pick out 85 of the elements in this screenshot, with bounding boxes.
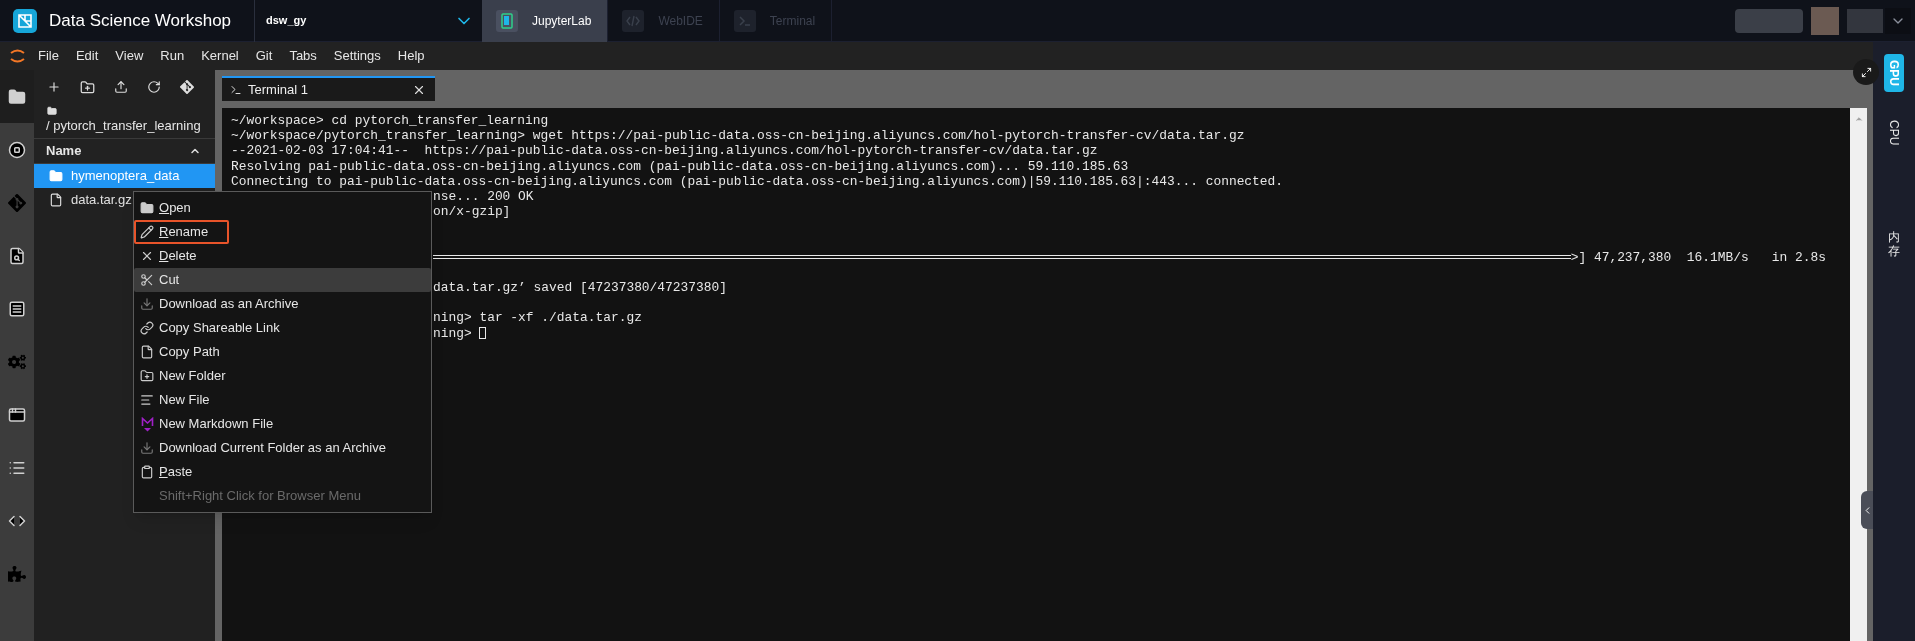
terminal-line: Connecting to pai-public-data.oss-cn-beijing.aliyuncs.com (pai-public-data.oss-cn-beijing.aliyuncs.com)|59.110.185.63|:443... connected. (231, 173, 1285, 189)
stop-circle-icon (8, 140, 26, 159)
folder-icon (8, 87, 26, 106)
menu-item[interactable]: Open (134, 196, 431, 220)
sidebar-tab[interactable] (0, 70, 34, 123)
terminal-line: nse... 200 OK (433, 188, 534, 204)
menu-item[interactable]: Kernel (201, 46, 239, 66)
menu-item[interactable]: Copy Path (134, 340, 431, 364)
git-icon[interactable] (180, 80, 194, 94)
terminal-icon (733, 9, 756, 32)
menu-item[interactable]: New Markdown File (134, 412, 431, 436)
menu-item[interactable]: Edit (75, 46, 99, 66)
jupyter-logo-icon (9, 46, 26, 66)
expand-icon (1860, 66, 1872, 78)
collapse-handle[interactable] (1861, 491, 1873, 529)
file-icon (140, 345, 154, 359)
menu-item[interactable]: Settings (333, 46, 381, 66)
refresh-icon[interactable] (147, 80, 161, 94)
code-icon (622, 9, 645, 32)
terminal-cursor (478, 327, 486, 340)
folder-icon (140, 201, 154, 215)
menu-item[interactable]: New Folder (134, 364, 431, 388)
puzzle-icon (8, 564, 26, 583)
menu-item[interactable]: Delete (134, 244, 431, 268)
link-icon (140, 321, 154, 335)
menu-item[interactable]: Run (160, 46, 185, 66)
notebook-icon (496, 9, 518, 32)
file-search-icon (8, 246, 26, 265)
text-lines-icon (140, 393, 154, 407)
plus-icon[interactable] (47, 80, 61, 94)
folder-plus-icon[interactable] (80, 79, 95, 95)
folder-icon (49, 169, 63, 183)
file-name: data.tar.gz (71, 191, 132, 210)
terminal-icon (230, 83, 242, 96)
menu-item[interactable]: Git (255, 46, 273, 66)
clipboard-icon (140, 465, 154, 479)
menu-item[interactable]: Cut (134, 268, 431, 292)
menu-item: Shift+Right Click for Browser Menu (134, 484, 431, 508)
panel-icon (8, 299, 26, 318)
menu-item[interactable]: Rename (134, 220, 229, 244)
column-header[interactable]: Name (34, 138, 215, 164)
terminal-line: ning> tar -xf ./data.tar.gz (433, 310, 642, 326)
menu-item[interactable]: View (115, 46, 144, 66)
terminal-line: >] 47,237,380 16.1MB/s in 2.8s (1570, 249, 1827, 265)
window-icon (8, 405, 26, 424)
menu-item[interactable]: File (38, 46, 59, 66)
app-title: Data Science Workshop (49, 9, 233, 32)
download-icon (140, 441, 154, 455)
side-tab[interactable]: CPU (1884, 114, 1904, 152)
side-tab[interactable]: 内存 (1884, 225, 1904, 264)
terminal-line: on/x-gzip] (433, 204, 511, 220)
folder-icon[interactable] (47, 106, 57, 116)
terminal-line: data.tar.gz’ saved [47237380/47237380] (433, 280, 727, 296)
git-icon (8, 193, 26, 212)
folder-plus-icon (140, 369, 154, 383)
upload-icon[interactable] (114, 80, 128, 94)
workspace-tab[interactable]: JupyterLab (482, 0, 609, 42)
user-info-placeholder (1735, 8, 1803, 33)
menu-item[interactable]: Download Current Folder as an Archive (134, 436, 431, 460)
menu-item[interactable]: New File (134, 388, 431, 412)
menu-item[interactable]: Tabs (289, 46, 317, 66)
markdown-icon (140, 416, 154, 432)
breadcrumb-path[interactable]: / pytorch_transfer_learning (34, 116, 215, 136)
terminal-line: Resolving pai-public-data.oss-cn-beijing.aliyuncs.com (pai-public-data.oss-cn-beijing.aliyuncs.com)... 59.110.185.63 (231, 158, 1130, 174)
pencil-icon (140, 225, 154, 239)
menu-item[interactable]: Paste (134, 460, 431, 484)
download-icon (140, 297, 154, 311)
terminal-line: ~/workspace/pytorch_transfer_learning> wget https://pai-public-data.oss-cn-beijing.aliyuncs.com/hol-pytorch-transfer-cv/data.tar.gz (231, 128, 1246, 144)
scrollbar[interactable] (1850, 108, 1867, 641)
terminal-line: ning> (433, 325, 472, 341)
menu-item[interactable]: Copy Shareable Link (134, 316, 431, 340)
avatar-placeholder (1811, 6, 1839, 35)
logo-icon (13, 8, 37, 33)
terminal-line: --2021-02-03 17:04:41-- https://pai-public-data.oss-cn-beijing.aliyuncs.com/hol-pytorch-transfer-cv/data.tar.gz (231, 143, 1099, 159)
terminal-line: ~/workspace> cd pytorch_transfer_learning (231, 113, 550, 129)
file-icon (49, 193, 63, 207)
document-tab[interactable]: Terminal 1 (222, 76, 435, 101)
close-icon (140, 249, 154, 263)
file-name: hymenoptera_data (71, 167, 180, 186)
gears-icon (8, 352, 26, 371)
menu-item[interactable]: Download as an Archive (134, 292, 431, 316)
instance-name: dsw_gy (266, 13, 307, 29)
user-name-placeholder (1847, 8, 1883, 33)
scissors-icon (140, 273, 154, 287)
menu-item[interactable]: Help (397, 46, 425, 66)
